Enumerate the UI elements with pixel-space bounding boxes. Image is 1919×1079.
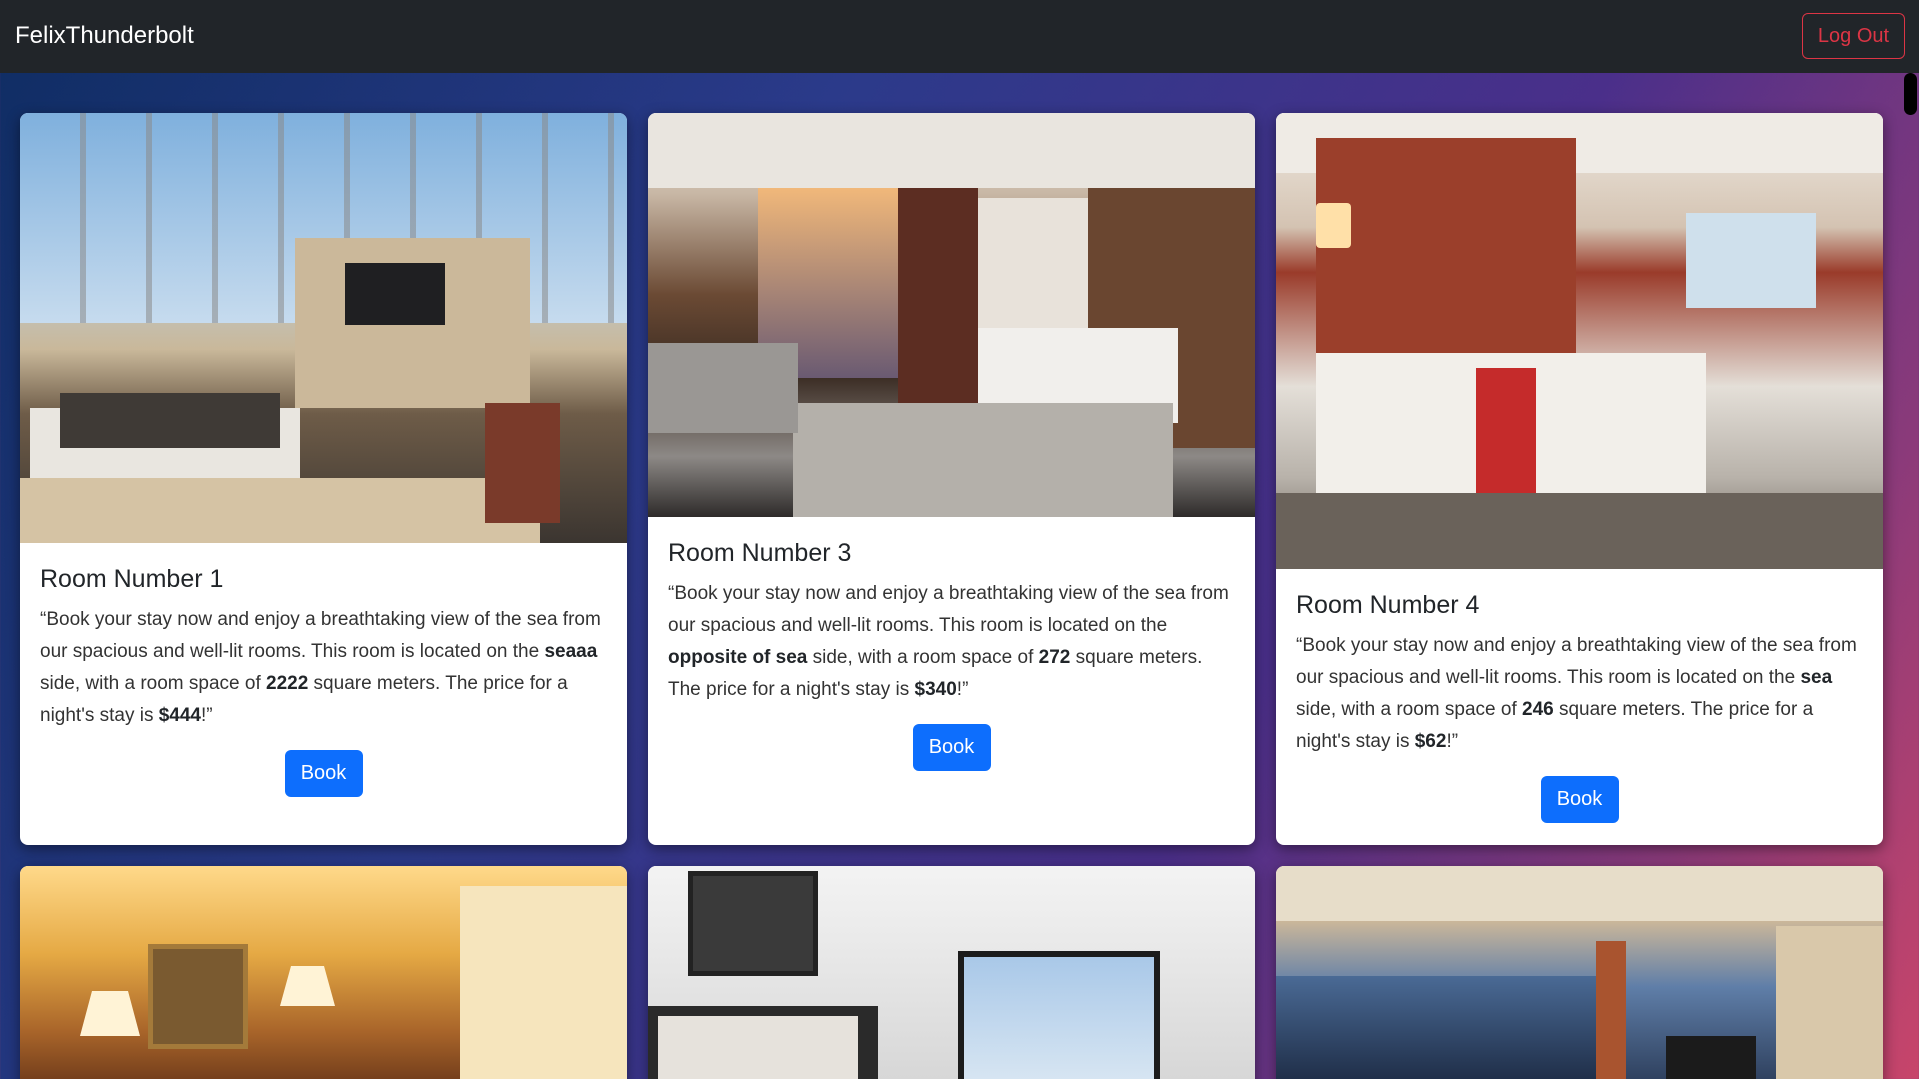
room-space: 272 <box>1038 647 1071 668</box>
room-photo-4 <box>1276 113 1883 569</box>
room-price: $62 <box>1414 731 1447 752</box>
book-button[interactable]: Book <box>1540 776 1619 823</box>
room-description: “Book your stay now and enjoy a breathta… <box>40 609 601 726</box>
room-photo-3 <box>648 113 1255 517</box>
room-photo-row2-2 <box>648 866 1255 1079</box>
room-description: “Book your stay now and enjoy a breathta… <box>668 583 1229 700</box>
room-title: Room Number 3 <box>668 539 852 567</box>
room-photo-row2-3 <box>1276 866 1883 1079</box>
room-card-row2-3 <box>1276 866 1883 1079</box>
room-side: sea <box>1800 667 1833 688</box>
room-card-4: Room Number 4 “Book your stay now and en… <box>1276 113 1883 845</box>
book-button[interactable]: Book <box>912 724 991 771</box>
room-space: 246 <box>1522 699 1554 720</box>
room-card-row2-2 <box>648 866 1255 1079</box>
room-side: seaaa <box>544 641 598 662</box>
room-card-3: Room Number 3 “Book your stay now and en… <box>648 113 1255 845</box>
brand-name[interactable]: FelixThunderbolt <box>15 22 194 50</box>
scrollbar-thumb[interactable] <box>1904 73 1917 115</box>
room-card-1: Room Number 1 “Book your stay now and en… <box>20 113 627 845</box>
room-title: Room Number 4 <box>1296 591 1480 619</box>
room-description: “Book your stay now and enjoy a breathta… <box>1296 635 1857 752</box>
room-card-row2-1 <box>20 866 627 1079</box>
room-side: opposite of sea <box>668 647 808 668</box>
room-price: $444 <box>158 705 202 726</box>
room-title: Room Number 1 <box>40 565 224 593</box>
room-photo-row2-1 <box>20 866 627 1079</box>
room-space: 2222 <box>266 673 309 694</box>
book-button[interactable]: Book <box>284 750 363 797</box>
logout-button[interactable]: Log Out <box>1802 13 1905 59</box>
room-price: $340 <box>914 679 957 700</box>
room-photo-1 <box>20 113 627 543</box>
top-navbar: FelixThunderbolt Log Out <box>0 0 1919 73</box>
